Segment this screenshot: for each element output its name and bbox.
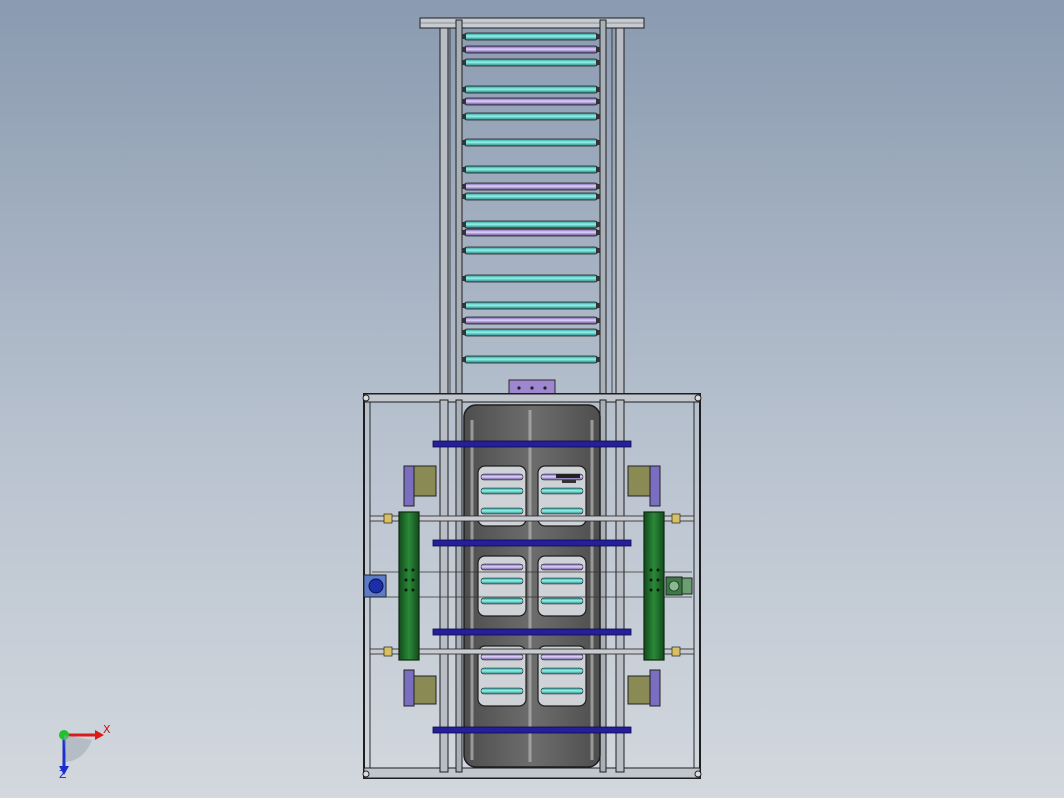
x-axis-label: X [103,723,111,736]
pocket-tag [562,480,576,483]
pad-bottom-right [627,675,651,705]
roller [462,301,600,310]
pad-top-left [413,465,437,497]
roller [462,58,600,67]
frame-bottom-beam [363,767,701,779]
tray-pocket [477,555,527,617]
orientation-triad: X Z [59,723,111,781]
green-carriage-left[interactable] [398,511,420,661]
crossbar [432,440,632,448]
tray-pocket [477,645,527,707]
pad-top-right [627,465,651,497]
green-carriage-right[interactable] [643,511,665,661]
roller [462,165,600,174]
tray-pocket [537,555,587,617]
cad-viewport[interactable]: X Z [0,0,1064,798]
crossbar [432,539,632,547]
roller [462,138,600,147]
conveyor-rail-left [455,19,463,401]
roller [462,85,600,94]
roller [462,328,600,337]
pad-bottom-left [413,675,437,705]
roller-conveyor [419,17,645,401]
product-tray[interactable] [463,404,601,768]
roller [462,32,600,41]
motor-right[interactable] [665,576,693,596]
conveyor-rail-right [599,19,607,401]
conveyor-post-right [615,27,625,401]
right-clamp-assembly[interactable] [627,465,665,707]
roller [462,228,600,237]
roller [462,45,600,54]
roller [462,182,600,191]
pocket-tag [556,474,580,478]
roller [462,316,600,325]
roller-group [462,32,600,364]
roller [462,112,600,121]
left-clamp-assembly[interactable] [398,465,437,707]
roller [462,192,600,201]
frame-top-beam [363,393,701,403]
tray-pocket [537,645,587,707]
roller [462,97,600,106]
roller [462,274,600,283]
conveyor-post-left [439,27,449,401]
motor-left[interactable] [363,574,387,598]
crossbar [432,726,632,734]
roller [462,246,600,255]
crossbar [432,628,632,636]
roller [462,220,600,229]
roller [462,355,600,364]
z-axis-label: Z [59,768,67,781]
